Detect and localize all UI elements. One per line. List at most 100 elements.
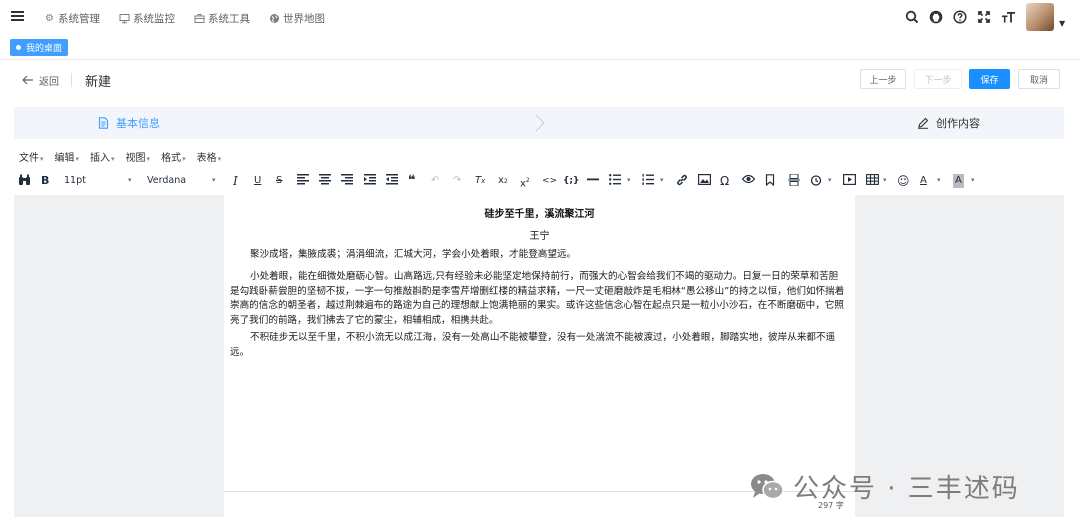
menu-label: 插入 [90,153,111,164]
prev-step-button[interactable]: 上一步 [860,69,906,89]
tag-label: 我的桌面 [26,44,63,54]
caret-down-icon[interactable]: ▾ [212,176,216,184]
align-right-icon[interactable] [341,174,353,190]
caret-down-icon[interactable]: ▾ [971,176,975,184]
document-paragraph: 小处着眼，能在细微处磨砺心智。山高路远,只有经验未必能坚定地保持前行，而强大的心… [230,271,845,326]
caret-down-icon[interactable]: ▾ [660,176,664,184]
bullet-list-icon[interactable] [609,174,621,190]
tag-my-desktop[interactable]: 我的桌面 [10,39,69,56]
menu-label: 表格 [196,153,217,164]
caret-down-icon[interactable]: ▾ [828,176,832,184]
step-label: 创作内容 [936,117,980,130]
caret-down-icon[interactable]: ▾ [883,176,887,184]
background-color-icon[interactable]: A [953,174,964,188]
bold-icon[interactable]: B [41,174,49,188]
arrow-left-icon [22,74,34,88]
caret-down-icon[interactable]: ▾ [627,176,631,184]
page-title: 新建 [85,75,112,90]
document-paragraph: 不积硅步无以至千里，不积小流无以成江海，没有一处高山不能被攀登，没有一处湍流不能… [230,332,836,358]
menu-file[interactable]: 文件▾ [19,149,44,166]
tag-dot-icon [16,45,21,50]
datetime-icon[interactable] [810,174,822,191]
top-menu: ⚙ 系统管理 系统监控 系统工具 世界地图 [44,11,344,26]
step-create-content[interactable]: 创作内容 [917,115,980,131]
font-size-icon[interactable] [1000,9,1016,25]
horizontal-rule-icon[interactable] [587,174,599,190]
document-icon [98,117,109,129]
monitor-icon [119,13,130,24]
emoticons-icon[interactable]: ☺ [897,174,910,188]
back-button[interactable]: 返回 [22,73,59,88]
menu-item-system-management[interactable]: ⚙ 系统管理 [44,11,100,26]
menu-label: 编辑 [54,153,75,164]
undo-icon[interactable]: ↶ [431,174,439,188]
menu-format[interactable]: 格式▾ [161,149,186,166]
page-break-icon[interactable] [788,173,800,191]
fullscreen-icon[interactable] [976,9,992,25]
menu-item-label: 系统管理 [58,13,100,25]
align-center-icon[interactable] [319,174,331,190]
menu-insert[interactable]: 插入▾ [90,149,115,166]
indent-icon[interactable] [364,174,376,190]
user-avatar[interactable] [1026,3,1054,31]
github-icon[interactable] [928,9,944,25]
underline-icon[interactable]: U [254,174,261,188]
editor-menubar: 文件▾ 编辑▾ 插入▾ 视图▾ 格式▾ 表格▾ [0,149,1080,166]
watermark-text: 公众号 · 三丰述码 [793,474,1020,504]
menu-item-label: 系统监控 [133,13,175,25]
clear-format-icon[interactable]: Tx [475,174,485,188]
bookmark-icon[interactable] [765,174,775,191]
next-step-button[interactable]: 下一步 [914,69,962,89]
superscript-icon[interactable]: x2 [520,174,530,191]
caret-down-icon[interactable]: ▼ [1059,19,1065,28]
save-button[interactable]: 保存 [969,69,1010,89]
table-icon[interactable] [866,174,879,190]
align-left-icon[interactable] [297,174,309,190]
top-navbar: ⚙ 系统管理 系统监控 系统工具 世界地图 ▼ [0,0,1080,36]
menu-item-system-tools[interactable]: 系统工具 [194,11,250,26]
document-paragraph: 聚沙成塔，集腋成裘；涓涓细流，汇城大河，学会小处着眼，才能登高望远。 [250,249,577,260]
font-color-icon[interactable]: A [920,174,927,188]
editor-toolbar: B 11pt ▾ Verdana ▾ I U S ❝ ↶ ↷ Tx x2 x2 … [0,170,1080,192]
cancel-button[interactable]: 取消 [1018,69,1060,89]
menu-table[interactable]: 表格▾ [197,149,222,166]
menu-view[interactable]: 视图▾ [126,149,151,166]
watermark: 公众号 · 三丰述码 [749,468,1020,505]
code-sample-icon[interactable]: {;} [563,174,579,188]
menu-item-world-map[interactable]: 世界地图 [269,11,325,26]
pen-icon [917,117,929,129]
header-divider [71,73,72,87]
search-icon[interactable] [904,9,920,25]
page-header: 返回 新建 上一步 下一步 保存 取消 [0,60,1080,100]
document-title: 硅步至千里，溪流聚江河 [484,209,595,220]
link-icon[interactable] [676,174,688,191]
menu-label: 文件 [19,153,39,164]
blockquote-icon[interactable]: ❝ [408,174,416,188]
steps-bar: 基本信息 创作内容 [14,107,1064,139]
caret-down-icon[interactable]: ▾ [937,176,941,184]
outdent-icon[interactable] [386,174,398,190]
strikethrough-icon[interactable]: S [276,174,282,188]
find-replace-icon[interactable] [18,174,31,191]
redo-icon[interactable]: ↷ [453,174,461,188]
hamburger-menu-icon[interactable] [11,11,24,23]
caret-down-icon[interactable]: ▾ [128,176,132,184]
menu-edit[interactable]: 编辑▾ [55,149,80,166]
code-icon[interactable]: <> [542,174,557,188]
menu-label: 格式 [161,153,182,164]
italic-icon[interactable]: I [233,174,238,188]
help-icon[interactable] [952,9,968,25]
menu-item-system-monitor[interactable]: 系统监控 [119,11,175,26]
image-icon[interactable] [698,174,712,190]
step-basic-info[interactable]: 基本信息 [98,115,160,131]
chevron-right-icon [534,113,546,133]
subscript-icon[interactable]: x2 [498,174,508,189]
numbered-list-icon[interactable] [642,174,654,190]
special-char-icon[interactable]: Ω [720,174,729,188]
media-icon[interactable] [843,174,857,190]
preview-icon[interactable] [741,174,756,189]
header-tools [904,9,1024,25]
menu-item-label: 世界地图 [283,13,325,25]
font-size-select[interactable]: 11pt [64,175,86,186]
font-family-select[interactable]: Verdana [147,175,186,186]
